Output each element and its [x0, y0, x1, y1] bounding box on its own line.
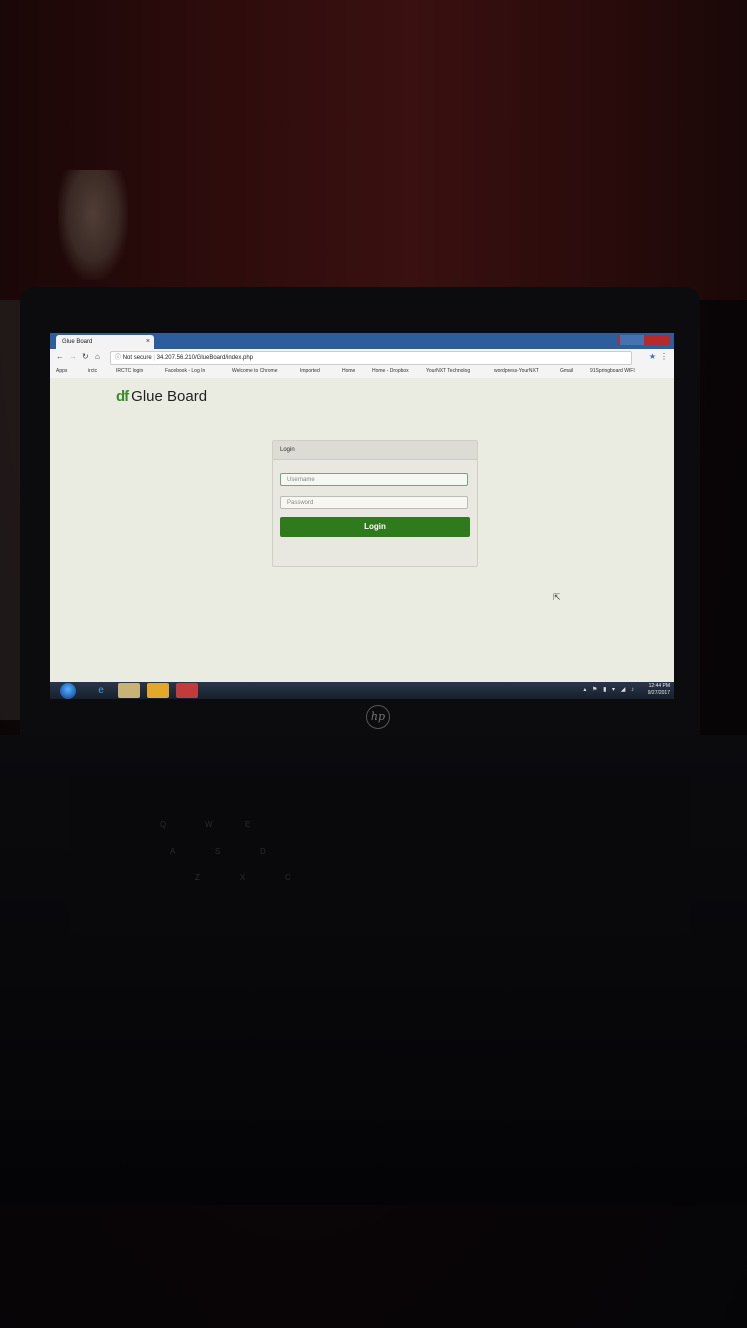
- background-cloth: [58, 170, 128, 280]
- bookmark-apps[interactable]: Apps: [56, 368, 67, 374]
- clock-date: 9/27/2017: [647, 690, 670, 696]
- address-divider: |: [153, 355, 155, 361]
- bookmark-irctc-login[interactable]: IRCTC login: [116, 368, 143, 374]
- login-panel-title: Login: [273, 441, 477, 460]
- clock-time: 12:44 PM: [648, 683, 670, 689]
- web-page: df Glue Board Login Username Password Log…: [50, 378, 674, 682]
- hp-logo: hp: [366, 705, 390, 729]
- site-logo[interactable]: df Glue Board: [116, 388, 207, 405]
- tab-title: Glue Board: [62, 339, 93, 345]
- laptop-screen: Glue Board × ← → ↻ ⌂ ⓘ Not secure | 34.2…: [50, 333, 674, 699]
- browser-title-bar: Glue Board ×: [50, 333, 674, 349]
- file-explorer-icon[interactable]: [118, 683, 140, 698]
- system-tray[interactable]: ▴ ⚑ ▮ ▾ ◢ ♪: [583, 686, 636, 693]
- browser-toolbar: ← → ↻ ⌂ ⓘ Not secure | 34.207.56.210/Glu…: [50, 349, 674, 365]
- menu-icon[interactable]: ⋮: [660, 352, 668, 361]
- windows-taskbar: e ▴ ⚑ ▮ ▾ ◢ ♪ 12:44 PM 9/27/2017: [50, 682, 674, 699]
- address-bar[interactable]: ⓘ Not secure | 34.207.56.210/GlueBoard/i…: [110, 351, 632, 365]
- close-icon[interactable]: ×: [146, 335, 150, 349]
- back-arrow-icon[interactable]: ←: [56, 352, 64, 361]
- bookmark-springboard[interactable]: 91Springboard WIFI: [590, 368, 635, 374]
- info-icon[interactable]: ⓘ: [111, 355, 121, 361]
- bookmark-imported[interactable]: Imported: [300, 368, 320, 374]
- app-icon[interactable]: [176, 683, 198, 698]
- bookmark-welcome-chrome[interactable]: Welcome to Chrome: [232, 368, 277, 374]
- login-button[interactable]: Login: [280, 517, 470, 537]
- keyboard: Q W E A S D Z X C: [70, 775, 690, 935]
- bookmark-irctc[interactable]: irctc: [88, 368, 97, 374]
- password-field[interactable]: Password: [280, 496, 468, 509]
- reload-icon[interactable]: ↻: [82, 352, 89, 361]
- taskbar-clock[interactable]: 12:44 PM 9/27/2017: [648, 683, 670, 697]
- window-minimize-button[interactable]: [620, 335, 644, 345]
- mouse-cursor-icon: ⇱: [553, 592, 561, 602]
- username-field[interactable]: Username: [280, 473, 468, 486]
- internet-explorer-icon[interactable]: e: [90, 683, 112, 698]
- bookmark-dropbox[interactable]: Home - Dropbox: [372, 368, 409, 374]
- bookmark-gmail[interactable]: Gmail: [560, 368, 573, 374]
- logo-text: Glue Board: [131, 388, 208, 405]
- browser-tab[interactable]: Glue Board ×: [56, 335, 154, 349]
- home-icon[interactable]: ⌂: [95, 352, 100, 361]
- bookmark-home[interactable]: Home: [342, 368, 355, 374]
- logo-mark: df: [116, 388, 129, 405]
- not-secure-label: Not secure: [122, 355, 152, 361]
- bookmark-facebook[interactable]: Facebook - Log In: [165, 368, 205, 374]
- bookmark-star-icon[interactable]: ★: [649, 352, 656, 361]
- bookmark-yournxt[interactable]: YourNXT Technolog: [426, 368, 470, 374]
- bookmark-wordpress[interactable]: wordpress-YourNXT: [494, 368, 539, 374]
- forward-arrow-icon[interactable]: →: [69, 352, 77, 361]
- start-button[interactable]: [60, 683, 76, 699]
- chrome-icon[interactable]: [147, 683, 169, 698]
- url-text: 34.207.56.210/GlueBoard/index.php: [156, 355, 254, 361]
- bookmarks-bar: Apps irctc IRCTC login Facebook - Log In…: [50, 365, 674, 379]
- login-panel: Login Username Password Login: [272, 440, 478, 567]
